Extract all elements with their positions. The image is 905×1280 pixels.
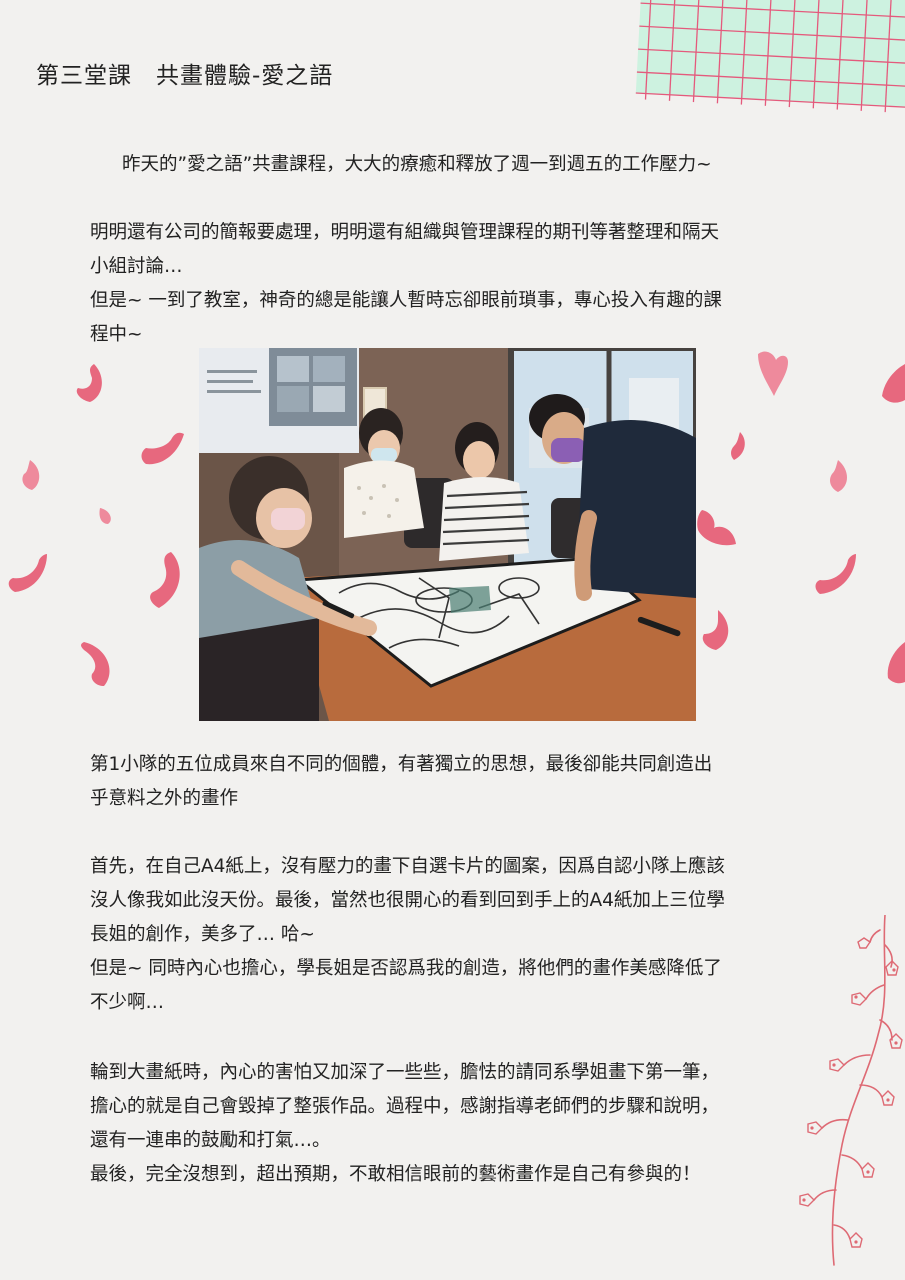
petal-decoration [887, 642, 905, 684]
text-line: 首先，在自己A4紙上，沒有壓力的畫下自選卡片的圖案，因爲自認小隊上應該 [90, 856, 725, 877]
text-line: 明明還有公司的簡報要處理，明明還有組織與管理課程的期刊等著整理和隔天 [90, 222, 720, 243]
petal-decoration [758, 351, 788, 396]
grid-paper-decoration [635, 0, 905, 113]
paragraph-1: 明明還有公司的簡報要處理，明明還有組織與管理課程的期刊等著整理和隔天 小組討論…… [90, 216, 830, 352]
petal-decoration [830, 460, 847, 492]
text-line: 第1小隊的五位成員來自不同的個體，有著獨立的思想，最後卻能共同創造出 [90, 754, 713, 775]
petal-decoration [150, 552, 180, 608]
text-line: 不少啊… [90, 992, 165, 1013]
page-title: 第三堂課 共畫體驗-愛之語 [36, 63, 334, 89]
text-line: 沒人像我如此沒天份。最後，當然也很開心的看到回到手上的A4紙加上三位學 [90, 890, 725, 911]
text-line: 擔心的就是自己會毀掉了整張作品。過程中，感謝指導老師們的步驟和說明， [90, 1096, 720, 1117]
intro-text: 昨天的”愛之語”共畫課程，大大的療癒和釋放了週一到週五的工作壓力~ [122, 154, 712, 175]
text-line: 輪到大畫紙時，內心的害怕又加深了一些些，膽怯的請同系學姐畫下第一筆， [90, 1062, 720, 1083]
petal-decoration [76, 364, 102, 402]
petal-decoration [99, 508, 111, 524]
paragraph-3: 首先，在自己A4紙上，沒有壓力的畫下自選卡片的圖案，因爲自認小隊上應該 沒人像我… [90, 850, 830, 1020]
text-line: 但是~ 同時內心也擔心，學長姐是否認爲我的創造，將他們的畫作美感降低了 [90, 958, 722, 979]
text-line: 程中~ [90, 324, 143, 345]
paragraph-4: 輪到大畫紙時，內心的害怕又加深了一些些，膽怯的請同系學姐畫下第一筆， 擔心的就是… [90, 1056, 830, 1192]
flower-vine-decoration [799, 915, 903, 1266]
text-line: 長姐的創作，美多了… 哈~ [90, 924, 315, 945]
class-photo [199, 348, 696, 721]
paragraph-2: 第1小隊的五位成員來自不同的個體，有著獨立的思想，最後卻能共同創造出 乎意料之外… [90, 748, 830, 816]
petal-decoration [697, 510, 736, 546]
petal-decoration [731, 432, 745, 460]
text-line: 還有一連串的鼓勵和打氣…。 [90, 1130, 331, 1151]
text-line: 乎意料之外的畫作 [90, 788, 239, 809]
petal-decoration [882, 364, 905, 403]
petal-decoration [8, 554, 48, 592]
text-line: 最後，完全沒想到，超出預期，不敢相信眼前的藝術畫作是自己有參與的！ [90, 1164, 701, 1185]
text-line: 小組討論… [90, 256, 183, 277]
petal-decoration [815, 554, 856, 594]
text-line: 但是~ 一到了教室，神奇的總是能讓人暫時忘卻眼前瑣事，專心投入有趣的課 [90, 290, 722, 311]
petal-decoration [702, 610, 729, 650]
petal-decoration [22, 460, 40, 490]
petal-decoration [81, 642, 110, 686]
petal-decoration [141, 432, 184, 465]
